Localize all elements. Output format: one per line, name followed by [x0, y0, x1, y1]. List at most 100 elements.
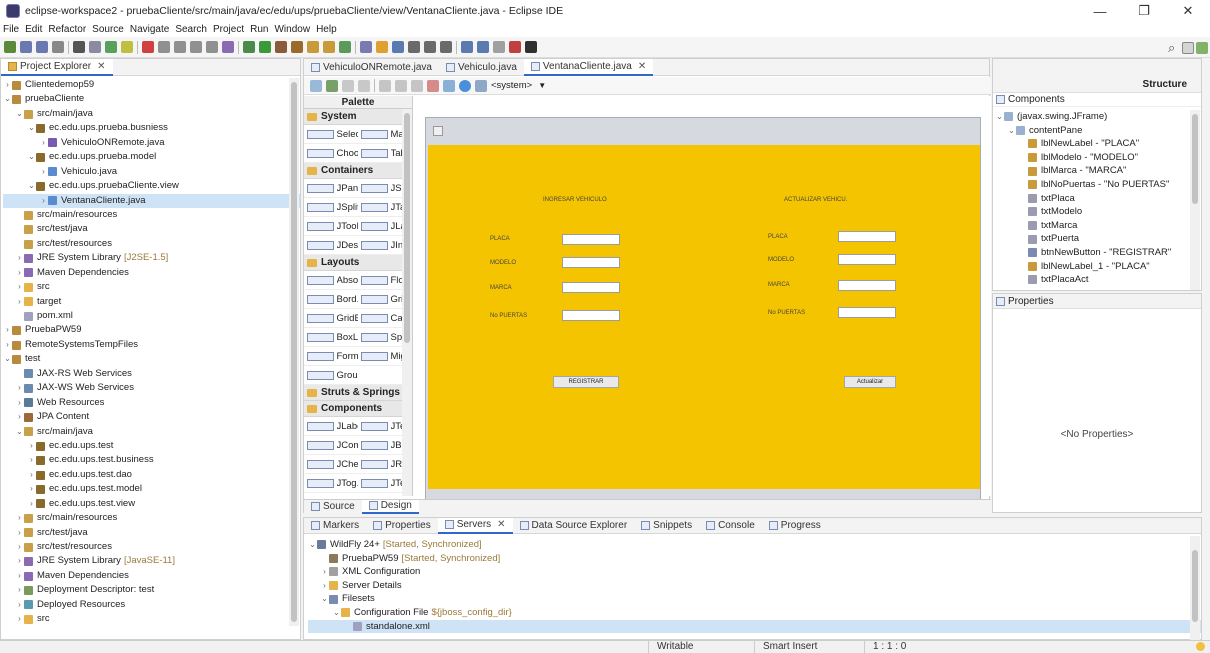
collapsed-chevron-icon[interactable]: ›	[15, 540, 24, 554]
collapsed-chevron-icon[interactable]: ›	[15, 280, 24, 294]
menu-item-file[interactable]: File	[3, 24, 19, 35]
tab-project-explorer[interactable]: Project Explorer ✕	[1, 58, 113, 76]
tree-item[interactable]: ⌄ pruebaCliente	[3, 92, 300, 106]
expanded-chevron-icon[interactable]: ⌄	[995, 110, 1004, 124]
save-icon[interactable]	[20, 41, 32, 53]
tree-item[interactable]: › ec.edu.ups.test.model	[3, 482, 300, 496]
delete-icon[interactable]	[427, 79, 439, 92]
expanded-chevron-icon[interactable]: ⌄	[27, 150, 36, 164]
back-icon[interactable]	[461, 41, 473, 53]
debug-icon[interactable]	[243, 41, 255, 53]
scrollbar-thumb[interactable]	[1192, 114, 1198, 204]
tree-item[interactable]: ⌄ ec.edu.ups.prueba.busniess	[3, 121, 300, 135]
next-annotation-icon[interactable]	[424, 41, 436, 53]
collapsed-chevron-icon[interactable]: ›	[3, 323, 12, 337]
collapsed-chevron-icon[interactable]: ›	[15, 554, 24, 568]
print-icon[interactable]	[52, 41, 64, 53]
servers-icon[interactable]	[509, 41, 521, 53]
palette-item[interactable]: JTool...	[304, 221, 358, 232]
palette-item[interactable]: Absol...	[304, 275, 358, 286]
menu-item-navigate[interactable]: Navigate	[130, 24, 169, 35]
collapsed-chevron-icon[interactable]: ›	[27, 482, 36, 496]
previous-annotation-icon[interactable]	[440, 41, 452, 53]
tree-item[interactable]: src/test/java	[3, 222, 300, 236]
expanded-chevron-icon[interactable]: ⌄	[15, 107, 24, 121]
tree-item[interactable]: txtPlaca	[995, 192, 1201, 206]
tree-item[interactable]: › target	[3, 295, 300, 309]
tab-editor-file[interactable]: VentanaCliente.java ✕	[523, 58, 654, 76]
tree-item[interactable]: src/test/resources	[3, 237, 300, 251]
tab-properties[interactable]: Properties	[366, 518, 438, 534]
scrollbar-thumb[interactable]	[1192, 550, 1198, 622]
collapsed-chevron-icon[interactable]: ›	[15, 410, 24, 424]
new-icon[interactable]	[4, 41, 16, 53]
tree-item[interactable]: ⌄ test	[3, 352, 300, 366]
servers-scrollbar[interactable]	[1190, 536, 1200, 640]
scrollbar-thumb[interactable]	[404, 113, 410, 343]
tree-item[interactable]: btnNewButton - "REGISTRAR"	[995, 246, 1201, 260]
layout-icon[interactable]	[443, 79, 455, 92]
content-pane[interactable]: INGRESAR VEHICULO ACTUALIZAR VEHICU. PLA…	[428, 145, 980, 489]
redo-icon[interactable]	[358, 79, 370, 92]
registrar-button[interactable]: REGISTRAR	[553, 376, 619, 388]
look-and-feel-select[interactable]: <system>	[491, 80, 532, 91]
debug-skip-icon[interactable]	[89, 41, 101, 53]
tree-item[interactable]: ⌄ Configuration File ${jboss_config_dir}	[308, 606, 1201, 620]
tree-item[interactable]: › src	[3, 280, 300, 294]
tree-item[interactable]: PruebaPW59 [Started, Synchronized]	[308, 552, 1201, 566]
tab-servers[interactable]: Servers ✕	[437, 517, 513, 534]
collapsed-chevron-icon[interactable]: ›	[15, 266, 24, 280]
paste-icon[interactable]	[411, 79, 423, 92]
expanded-chevron-icon[interactable]: ⌄	[3, 92, 12, 106]
tab-progress[interactable]: Progress	[762, 518, 828, 534]
tab-markers[interactable]: Markers	[304, 518, 366, 534]
palette-item[interactable]: BoxL...	[304, 332, 358, 343]
test-gui-icon[interactable]	[310, 79, 322, 92]
tree-item[interactable]: JAX-RS Web Services	[3, 367, 300, 381]
expanded-chevron-icon[interactable]: ⌄	[332, 606, 341, 620]
tree-item[interactable]: › ec.edu.ups.test	[3, 439, 300, 453]
tree-item[interactable]: lblNewLabel - "PLACA"	[995, 137, 1201, 151]
minimize-button[interactable]: —	[1078, 0, 1122, 22]
tree-item[interactable]: › VehiculoONRemote.java	[3, 136, 300, 150]
palette-item[interactable]: Form...	[304, 351, 358, 362]
collapsed-chevron-icon[interactable]: ›	[27, 439, 36, 453]
expanded-chevron-icon[interactable]: ⌄	[308, 538, 317, 552]
open-type-icon[interactable]	[360, 41, 372, 53]
tree-item[interactable]: ⌄ src/main/java	[3, 107, 300, 121]
tree-item[interactable]: txtPuerta	[995, 232, 1201, 246]
tree-item[interactable]: › XML Configuration	[308, 565, 1201, 579]
palette-item[interactable]: JLabel	[304, 421, 358, 432]
collapsed-chevron-icon[interactable]: ›	[15, 583, 24, 597]
palette-scrollbar[interactable]	[402, 109, 412, 496]
search-tool-icon[interactable]	[376, 41, 388, 53]
collapsed-chevron-icon[interactable]: ›	[15, 295, 24, 309]
tab-source[interactable]: Source	[304, 500, 362, 514]
cut-icon[interactable]	[379, 79, 391, 92]
copy-icon[interactable]	[395, 79, 407, 92]
palette-item[interactable]: Selec...	[304, 129, 358, 140]
save-all-icon[interactable]	[36, 41, 48, 53]
collapsed-chevron-icon[interactable]: ›	[39, 194, 48, 208]
menu-item-source[interactable]: Source	[92, 24, 124, 35]
tree-item[interactable]: › PruebaPW59	[3, 323, 300, 337]
tree-item[interactable]: lblMarca - "MARCA"	[995, 164, 1201, 178]
expanded-chevron-icon[interactable]: ⌄	[1007, 124, 1016, 138]
java-ee-perspective-icon[interactable]	[1196, 42, 1208, 54]
open-perspective-icon[interactable]	[1182, 42, 1194, 54]
tree-item[interactable]: › Clientedemop59	[3, 78, 300, 92]
new-package-icon[interactable]	[323, 41, 335, 53]
input-placa-act[interactable]	[838, 231, 896, 242]
menu-item-search[interactable]: Search	[175, 24, 207, 35]
tree-item[interactable]: › JRE System Library [J2SE-1.5]	[3, 251, 300, 265]
collapsed-chevron-icon[interactable]: ›	[15, 598, 24, 612]
tree-item[interactable]: ⌄ ec.edu.ups.pruebaCliente.view	[3, 179, 300, 193]
palette-item[interactable]: GridB...	[304, 313, 358, 324]
tree-item[interactable]: › Server Details	[308, 579, 1201, 593]
undo-icon[interactable]	[342, 79, 354, 92]
tree-item[interactable]: › VentanaCliente.java	[3, 193, 300, 208]
tree-item[interactable]: › ec.edu.ups.test.business	[3, 453, 300, 467]
lightbulb-icon[interactable]	[1196, 642, 1205, 651]
input-marca[interactable]	[562, 282, 620, 293]
input-modelo[interactable]	[562, 257, 620, 268]
